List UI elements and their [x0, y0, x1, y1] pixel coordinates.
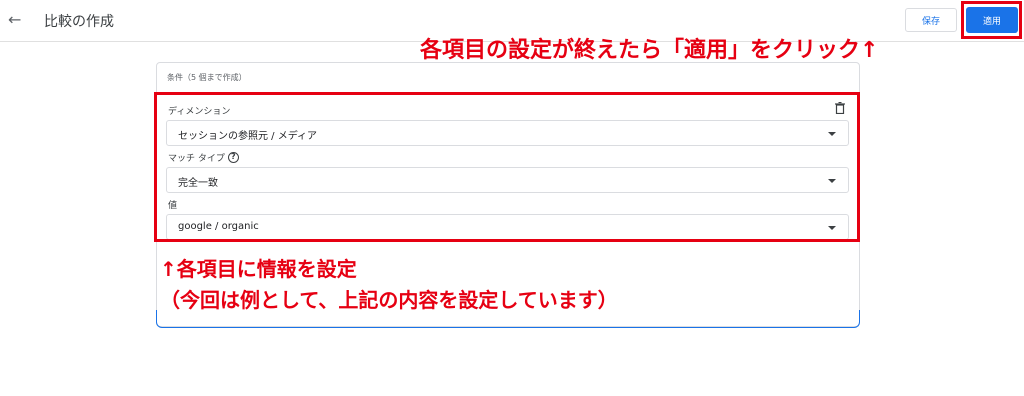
back-arrow-icon[interactable]: ← [8, 10, 21, 30]
condition-title: 条件（5 個まで作成） [167, 73, 247, 82]
fields-highlight-box [154, 92, 860, 242]
fields-instruction: ↑各項目に情報を設定 [160, 257, 357, 281]
example-instruction: （今回は例として、上記の内容を設定しています） [160, 288, 618, 312]
save-button[interactable]: 保存 [905, 8, 957, 32]
apply-button[interactable]: 適用 [966, 7, 1018, 33]
page-title: 比較の作成 [44, 14, 114, 30]
top-bar: ← 比較の作成 保存 [0, 0, 1024, 42]
apply-instruction: 各項目の設定が終えたら「適用」をクリック↑ [420, 38, 879, 63]
